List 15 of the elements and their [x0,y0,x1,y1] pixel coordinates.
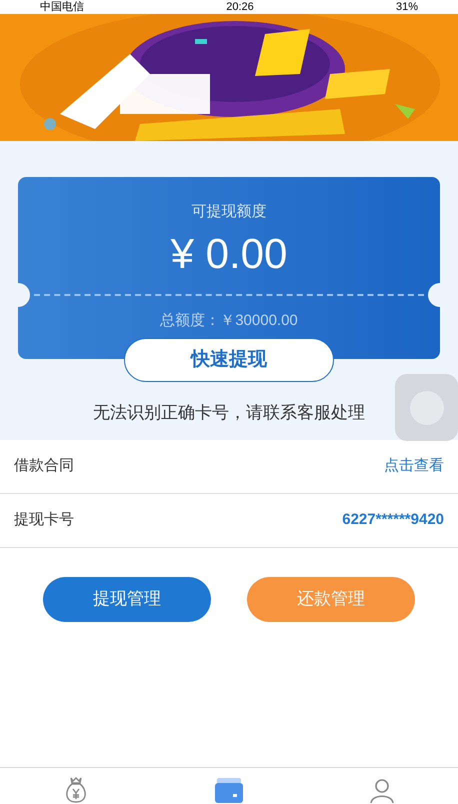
row-label: 借款合同 [14,456,74,476]
status-time: 20:26 [226,1,254,13]
error-message: 无法识别正确卡号，请联系客服处理 [93,402,365,424]
available-label: 可提现额度 [192,202,266,222]
battery-level: 31% [396,1,418,13]
repay-manage-button[interactable]: 还款管理 [247,576,415,622]
view-link[interactable]: 点击查看 [384,454,444,478]
carrier-name: 中国电信 [40,1,84,13]
card-number: 6227******9420 [342,510,444,530]
withdraw-manage-button[interactable]: 提现管理 [43,576,211,622]
total-amount: 总额度：￥30000.00 [160,310,298,330]
user-icon [368,776,396,804]
row-label: 提现卡号 [14,510,74,530]
available-amount: ¥ 0.00 [170,230,288,278]
quick-withdraw-button[interactable]: 快速提现 [124,338,334,382]
